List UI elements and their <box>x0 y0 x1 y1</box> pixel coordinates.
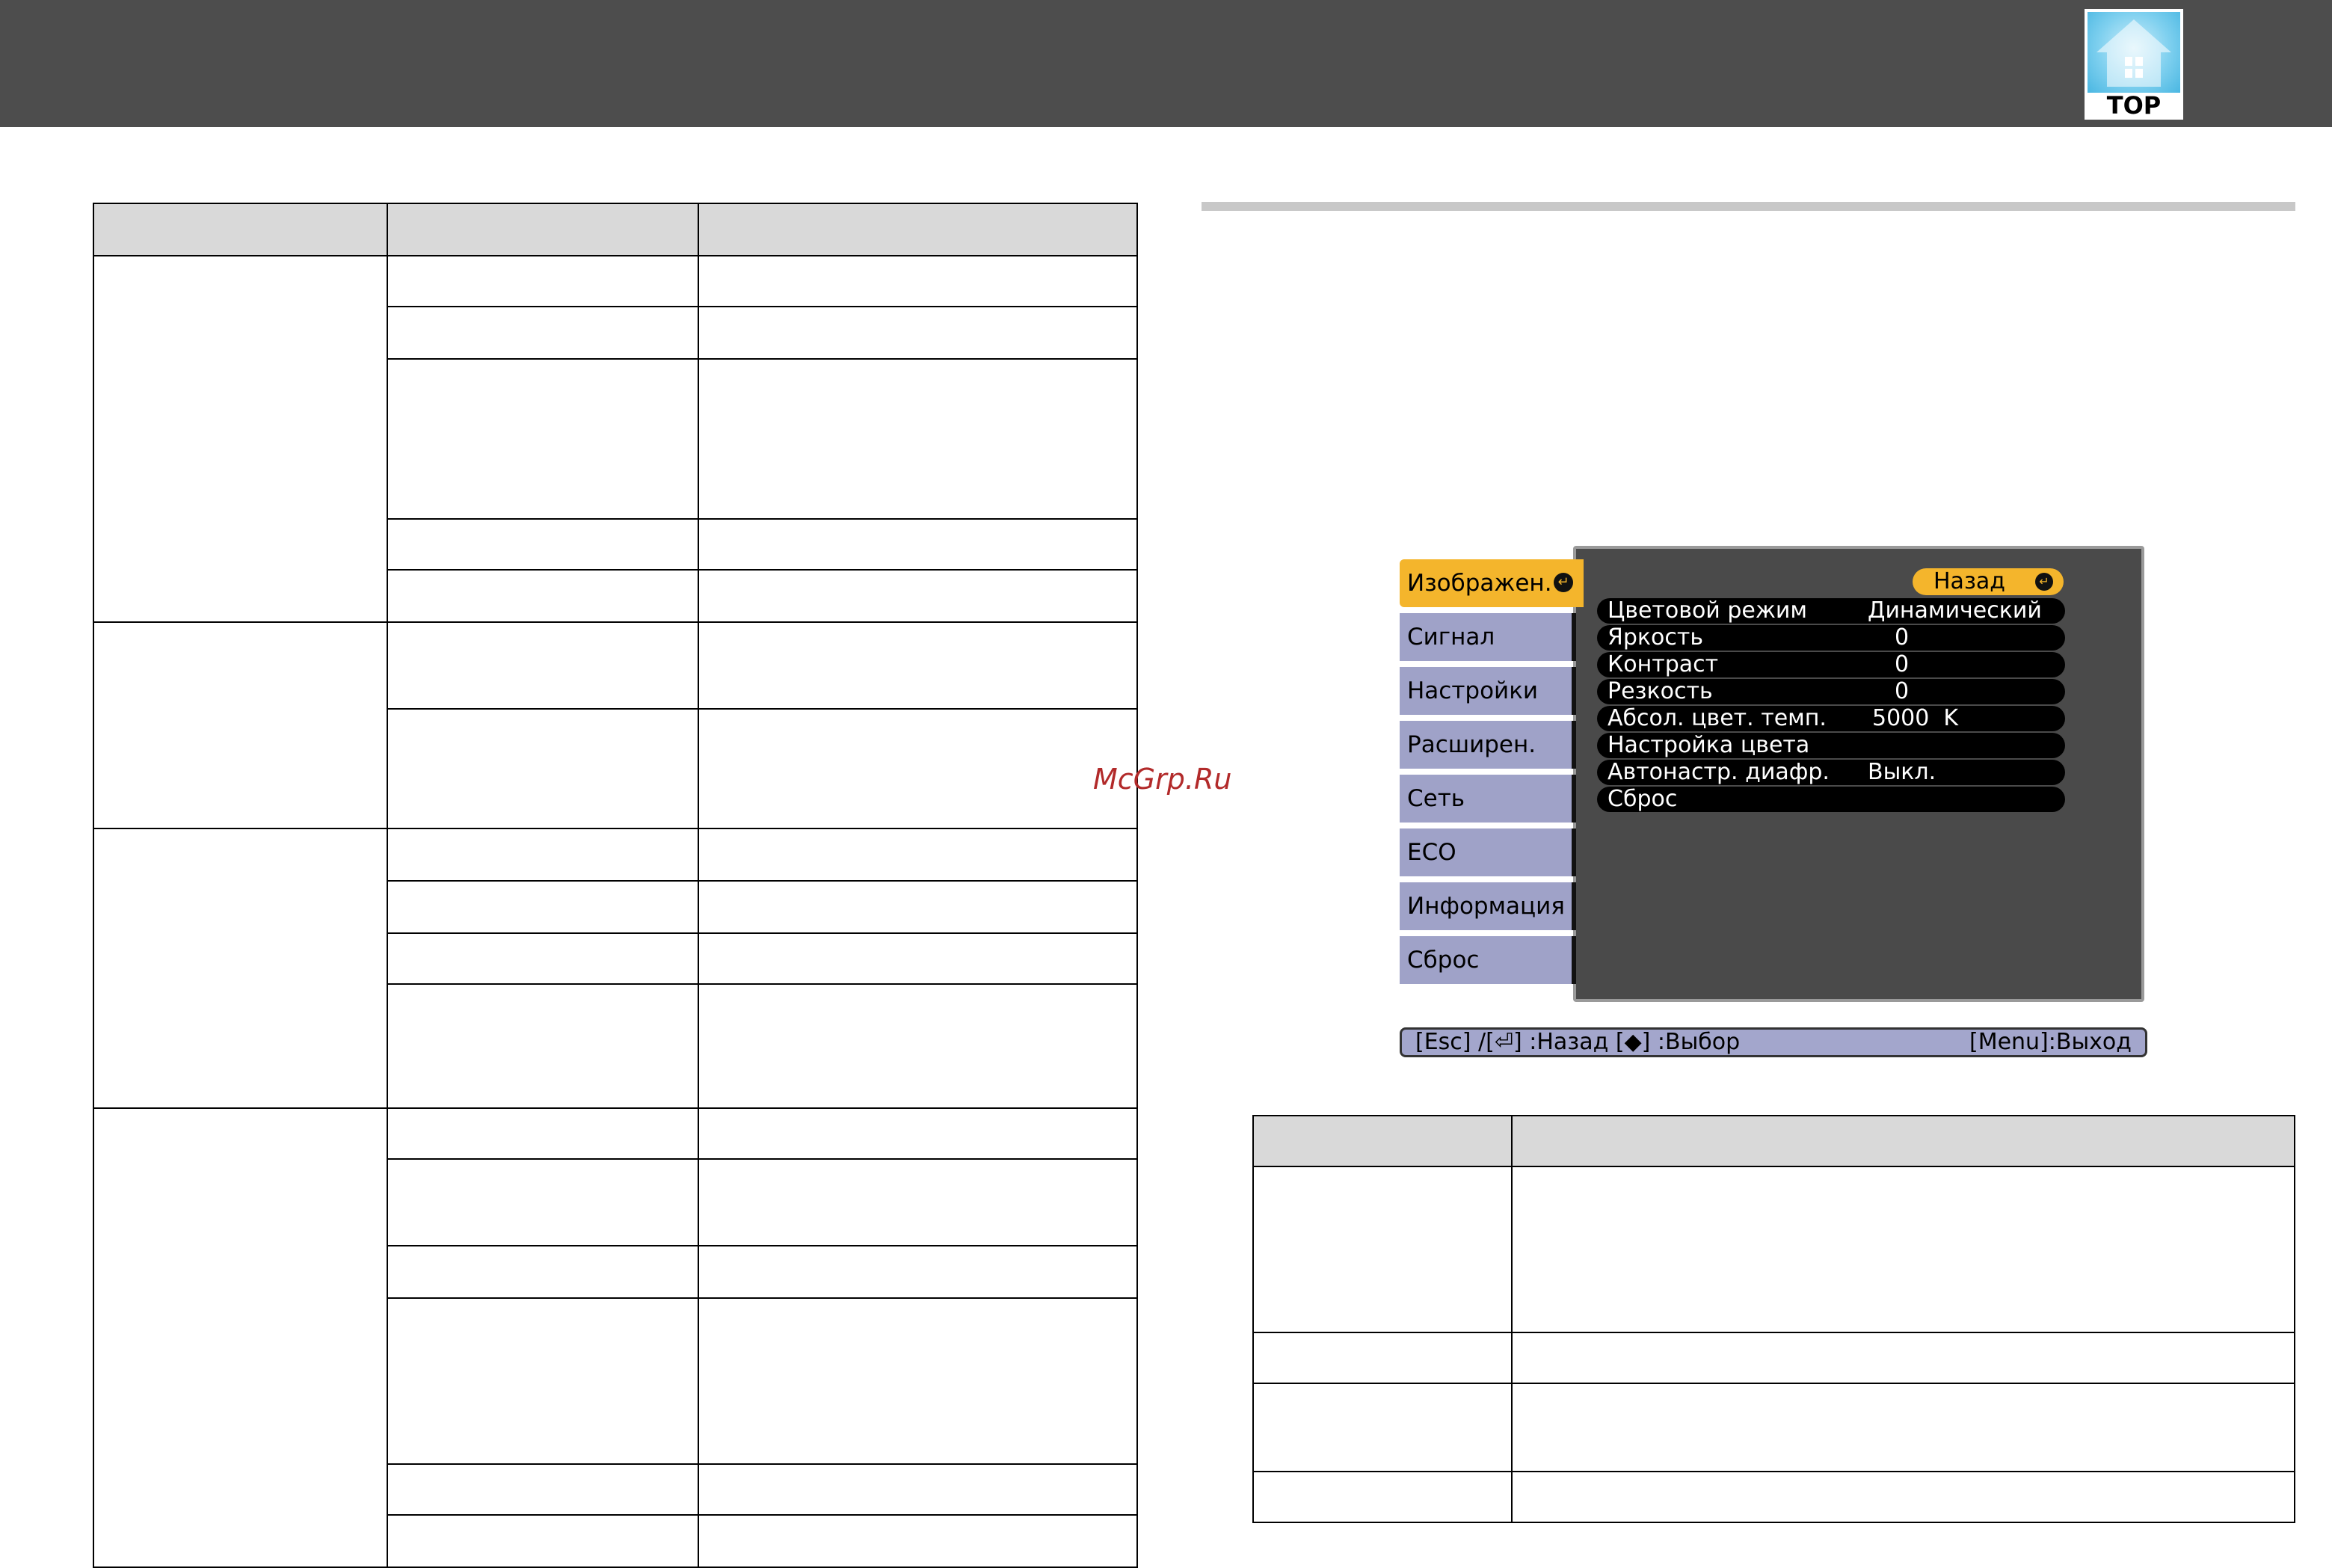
watermark-text: McGrp.Ru <box>1093 763 1232 796</box>
menu-item-value: 0 <box>1895 651 1910 677</box>
tab-info-label: Информация <box>1407 893 1565 920</box>
tab-signal-label: Сигнал <box>1407 624 1495 651</box>
menu-item-sharpness[interactable]: Резкость 0 <box>1597 679 2065 704</box>
enter-icon: ↵ <box>1554 573 1573 592</box>
menu-item-color-mode[interactable]: Цветовой режим Динамический <box>1597 598 2065 624</box>
tab-settings-label: Настройки <box>1407 677 1539 704</box>
menu-item-reset[interactable]: Сброс <box>1597 787 2065 812</box>
menu-status-bar: [Esc] /[⏎] :Назад [◆] :Выбор [Menu]:Выхо… <box>1400 1027 2147 1057</box>
menu-item-label: Сброс <box>1608 786 1678 812</box>
menu-item-color-adjust[interactable]: Настройка цвета <box>1597 733 2065 758</box>
tab-signal[interactable]: Сигнал <box>1400 613 1576 661</box>
tab-image-label: Изображен. <box>1407 570 1552 597</box>
menu-item-auto-iris[interactable]: Автонастр. диафр. Выкл. <box>1597 760 2065 785</box>
menu-item-value: 5000 K <box>1872 705 1959 731</box>
menu-item-label: Яркость <box>1608 624 1704 651</box>
menu-item-label: Контраст <box>1608 651 1719 677</box>
menu-item-brightness[interactable]: Яркость 0 <box>1597 625 2065 651</box>
menu-item-label: Абсол. цвет. темп. <box>1608 705 1827 731</box>
back-button-label: Назад <box>1933 568 2006 594</box>
status-hint-right: [Menu]:Выход <box>1969 1029 2132 1055</box>
projector-menu-screenshot: Изображен. ↵ Сигнал Настройки Расширен. … <box>1397 546 2149 1002</box>
tab-eco-label: ECO <box>1407 839 1456 866</box>
tab-info[interactable]: Информация <box>1400 882 1576 930</box>
enter-icon: ↵ <box>2035 573 2053 591</box>
menu-item-value: 0 <box>1895 678 1910 704</box>
menu-item-value: Динамический <box>1868 597 2042 624</box>
tab-reset[interactable]: Сброс <box>1400 936 1576 984</box>
tab-network-label: Сеть <box>1407 785 1465 812</box>
menu-item-value: 0 <box>1895 624 1910 651</box>
menu-item-label: Резкость <box>1608 678 1713 704</box>
right-table-header <box>1253 1116 2295 1166</box>
left-table-header <box>93 203 1137 256</box>
menu-item-color-temp[interactable]: Абсол. цвет. темп. 5000 K <box>1597 706 2065 731</box>
status-hint-left: [Esc] /[⏎] :Назад [◆] :Выбор <box>1415 1029 1741 1055</box>
tab-settings[interactable]: Настройки <box>1400 667 1576 715</box>
menu-item-value: Выкл. <box>1868 759 1936 785</box>
menu-item-label: Настройка цвета <box>1608 732 1810 758</box>
section-divider <box>1202 202 2295 211</box>
tab-extended[interactable]: Расширен. <box>1400 721 1576 769</box>
menu-item-label: Цветовой режим <box>1608 597 1807 624</box>
tab-eco[interactable]: ECO <box>1400 828 1576 876</box>
back-button[interactable]: Назад ↵ <box>1913 568 2064 595</box>
menu-item-contrast[interactable]: Контраст 0 <box>1597 652 2065 677</box>
tab-network[interactable]: Сеть <box>1400 775 1576 823</box>
menu-item-label: Автонастр. диафр. <box>1608 759 1830 785</box>
tab-reset-label: Сброс <box>1407 947 1480 974</box>
tab-extended-label: Расширен. <box>1407 731 1536 758</box>
tab-image[interactable]: Изображен. ↵ <box>1400 559 1584 607</box>
